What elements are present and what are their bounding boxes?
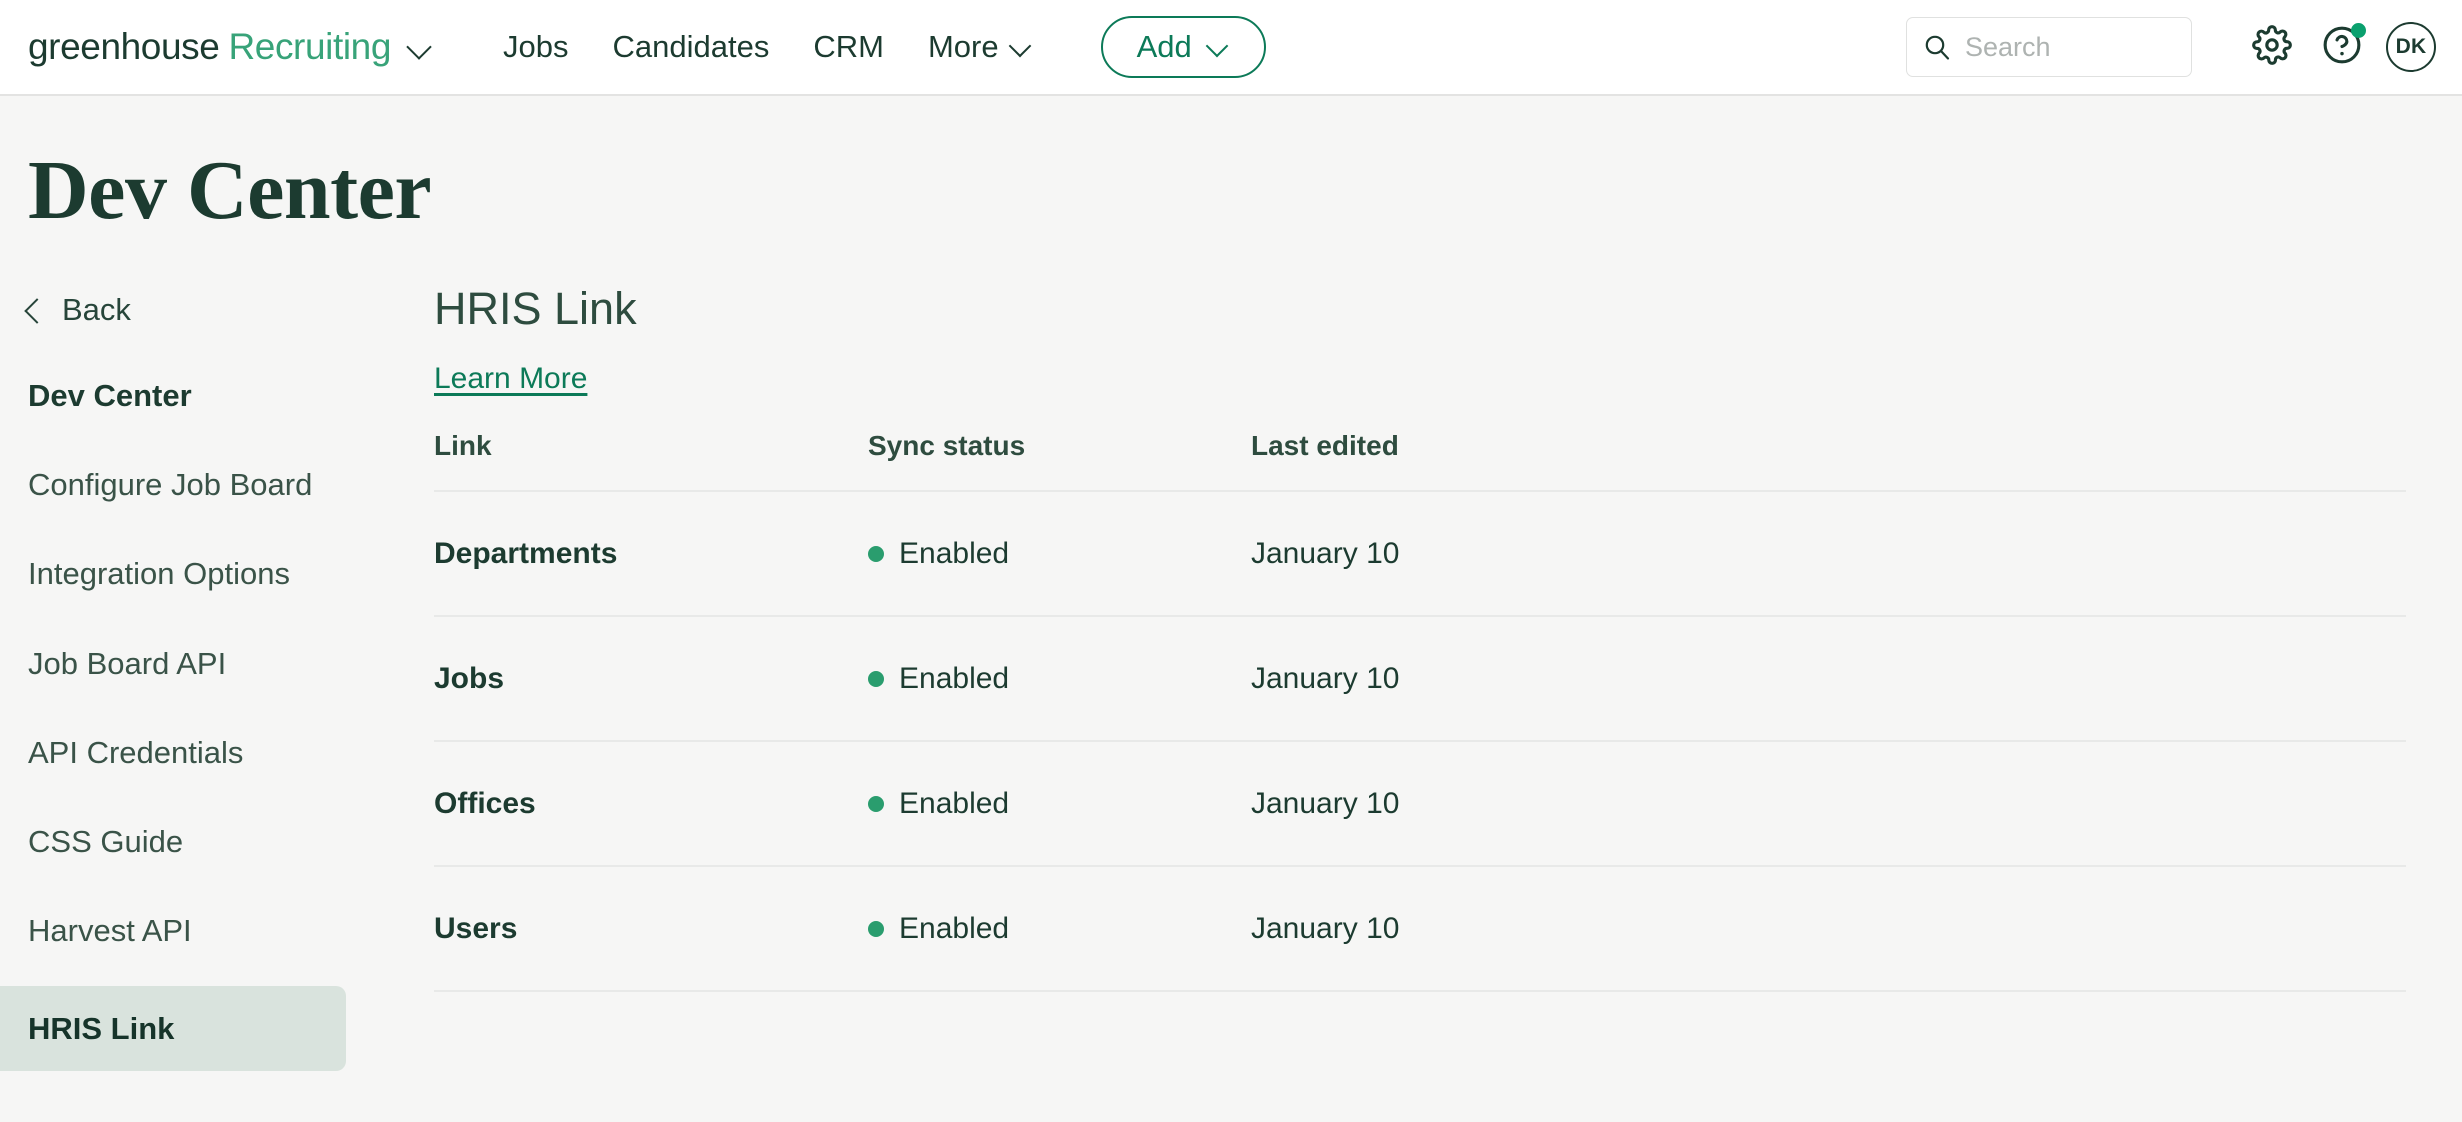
sidebar-item-label: API Credentials	[28, 734, 244, 770]
nav-item-more-label: More	[927, 29, 999, 64]
cell-sync-status: Enabled	[868, 491, 1251, 617]
nav-item-crm-label: CRM	[813, 29, 884, 64]
status-badge: Enabled	[868, 787, 1251, 821]
sidebar-item-job-board-api[interactable]: Job Board API	[0, 629, 345, 698]
nav-item-jobs-label: Jobs	[503, 29, 569, 64]
status-label: Enabled	[899, 662, 1010, 695]
cell-last-edited: January 10	[1251, 866, 2406, 992]
gear-icon	[2252, 24, 2292, 70]
sidebar-item-harvest-api[interactable]: Harvest API	[0, 896, 345, 965]
table-row[interactable]: Jobs Enabled January 10	[434, 616, 2406, 742]
nav-item-more[interactable]: More	[928, 29, 1033, 65]
search-icon	[1923, 33, 1951, 61]
cell-link-name: Users	[434, 866, 868, 992]
status-dot-icon	[868, 671, 884, 687]
brand-name-greenhouse: greenhouse	[28, 26, 220, 67]
sidebar-item-dev-center[interactable]: Dev Center	[0, 361, 345, 430]
help-button[interactable]	[2314, 19, 2370, 75]
chevron-down-icon	[1206, 36, 1230, 58]
table-row[interactable]: Departments Enabled January 10	[434, 491, 2406, 617]
sidebar-item-label: HRIS Link	[28, 1010, 175, 1046]
table-header: Link Sync status Last edited	[434, 430, 2406, 492]
learn-more-link[interactable]: Learn More	[434, 362, 587, 396]
chevron-down-icon[interactable]	[407, 34, 433, 60]
sidebar-item-label: Dev Center	[28, 378, 192, 413]
sidebar-item-configure-job-board[interactable]: Configure Job Board	[0, 450, 345, 519]
hris-link-table: Link Sync status Last edited Departments…	[434, 430, 2406, 992]
status-badge: Enabled	[868, 662, 1251, 696]
table-row[interactable]: Users Enabled January 10	[434, 866, 2406, 992]
nav-right-group: DK	[1906, 17, 2436, 77]
cell-link-name: Departments	[434, 491, 868, 617]
main-content: HRIS Link Learn More Link Sync status La…	[434, 286, 2462, 1071]
cell-last-edited: January 10	[1251, 616, 2406, 742]
table-row[interactable]: Offices Enabled January 10	[434, 741, 2406, 867]
sidebar-item-label: Configure Job Board	[28, 467, 313, 503]
sidebar-item-css-guide[interactable]: CSS Guide	[0, 807, 345, 876]
chevron-left-icon	[24, 297, 50, 324]
sidebar-item-api-credentials[interactable]: API Credentials	[0, 718, 345, 787]
cell-sync-status: Enabled	[868, 866, 1251, 992]
nav-item-candidates[interactable]: Candidates	[613, 29, 770, 65]
search-input[interactable]	[1963, 30, 2173, 64]
chevron-down-icon	[1009, 36, 1033, 58]
cell-last-edited: January 10	[1251, 491, 2406, 617]
notification-dot-icon	[2351, 23, 2366, 38]
section-title: HRIS Link	[434, 283, 637, 334]
column-header-link: Link	[434, 430, 868, 492]
back-link[interactable]: Back	[24, 292, 131, 328]
status-dot-icon	[868, 921, 884, 937]
status-badge: Enabled	[868, 537, 1251, 571]
sidebar-item-label: Integration Options	[28, 556, 290, 592]
column-header-last-edited: Last edited	[1251, 430, 2406, 492]
sidebar-item-hris-link[interactable]: HRIS Link	[0, 985, 346, 1071]
brand-product-recruiting: Recruiting	[228, 26, 392, 67]
search-box[interactable]	[1906, 17, 2192, 77]
avatar-initials: DK	[2395, 35, 2427, 58]
column-header-sync-status: Sync status	[868, 430, 1251, 492]
add-button[interactable]: Add	[1100, 16, 1266, 78]
sidebar-item-label: CSS Guide	[28, 824, 184, 860]
cell-sync-status: Enabled	[868, 741, 1251, 867]
cell-link-name: Offices	[434, 741, 868, 867]
status-label: Enabled	[899, 787, 1010, 820]
back-link-label: Back	[62, 292, 131, 327]
status-badge: Enabled	[868, 912, 1251, 946]
cell-sync-status: Enabled	[868, 616, 1251, 742]
page-title: Dev Center	[28, 144, 432, 237]
avatar[interactable]: DK	[2386, 22, 2436, 72]
cell-link-name: Jobs	[434, 616, 868, 742]
nav-item-candidates-label: Candidates	[612, 29, 770, 64]
status-dot-icon	[868, 796, 884, 812]
primary-nav-links: Jobs Candidates CRM More	[503, 29, 1033, 65]
settings-button[interactable]	[2244, 19, 2300, 75]
cell-last-edited: January 10	[1251, 741, 2406, 867]
table-body: Departments Enabled January 10 Jobs Enab…	[434, 491, 2406, 992]
nav-item-jobs[interactable]: Jobs	[503, 29, 568, 65]
sidebar-item-label: Harvest API	[28, 913, 192, 949]
sidebar-item-integration-options[interactable]: Integration Options	[0, 539, 345, 608]
sidebar: Back Dev Center Configure Job Board Inte…	[0, 292, 434, 1071]
brand-logo[interactable]: greenhouse Recruiting	[28, 26, 433, 68]
status-label: Enabled	[899, 537, 1010, 570]
page-body: Back Dev Center Configure Job Board Inte…	[0, 286, 2462, 1071]
status-dot-icon	[868, 546, 884, 562]
table-header-row: Link Sync status Last edited	[434, 430, 2406, 492]
status-label: Enabled	[899, 912, 1010, 945]
sidebar-item-label: Job Board API	[28, 645, 227, 681]
top-navigation-bar: greenhouse Recruiting Jobs Candidates CR…	[0, 0, 2462, 96]
add-button-label: Add	[1136, 29, 1192, 64]
nav-item-crm[interactable]: CRM	[813, 29, 884, 65]
